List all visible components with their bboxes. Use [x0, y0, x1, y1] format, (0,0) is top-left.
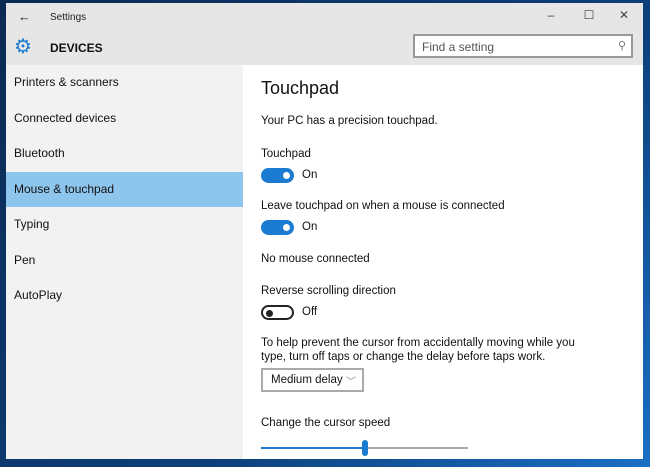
delay-help-line2: type, turn off taps or change the delay …	[261, 351, 546, 363]
search-icon[interactable]: ⚲	[618, 39, 626, 52]
leave-on-label: Leave touchpad on when a mouse is connec…	[261, 200, 505, 212]
back-arrow-icon[interactable]: ←	[18, 9, 31, 24]
reverse-toggle[interactable]	[261, 305, 294, 320]
touchpad-state: On	[302, 169, 318, 181]
search-placeholder: Find a setting	[422, 40, 495, 54]
cursor-speed-slider[interactable]	[261, 438, 468, 458]
delay-dropdown[interactable]: Medium delay ﹀	[261, 368, 364, 392]
page-title: DEVICES	[50, 41, 103, 55]
precision-text: Your PC has a precision touchpad.	[261, 115, 438, 127]
sidebar-item-bluetooth[interactable]: Bluetooth	[6, 136, 243, 172]
leave-on-state: On	[302, 221, 318, 233]
delay-help-line1: To help prevent the cursor from accident…	[261, 337, 575, 349]
header: ⚙ DEVICES Find a setting ⚲	[6, 31, 643, 65]
slider-thumb[interactable]	[361, 440, 368, 456]
close-button[interactable]: ✕	[614, 8, 634, 22]
cursor-speed-label: Change the cursor speed	[261, 417, 391, 429]
settings-window: ← Settings – ☐ ✕ ⚙ DEVICES Find a settin…	[6, 3, 643, 459]
sidebar-item-mouse-touchpad[interactable]: Mouse & touchpad	[6, 171, 243, 207]
maximize-button[interactable]: ☐	[579, 8, 599, 22]
delay-value: Medium delay	[271, 374, 343, 386]
slider-fill	[261, 447, 365, 449]
search-input[interactable]: Find a setting ⚲	[413, 34, 633, 58]
touchpad-toggle[interactable]	[261, 168, 294, 183]
reverse-label: Reverse scrolling direction	[261, 285, 396, 297]
minimize-button[interactable]: –	[541, 8, 561, 22]
sidebar-item-typing[interactable]: Typing	[6, 207, 243, 243]
no-mouse-text: No mouse connected	[261, 253, 370, 265]
sidebar-item-connected-devices[interactable]: Connected devices	[6, 101, 243, 137]
chevron-down-icon: ﹀	[346, 377, 356, 388]
window-title: Settings	[50, 12, 87, 23]
touchpad-label: Touchpad	[261, 148, 311, 160]
leave-on-toggle[interactable]	[261, 220, 294, 235]
content-pane: Touchpad Your PC has a precision touchpa…	[243, 65, 643, 459]
gear-icon: ⚙	[14, 36, 32, 58]
reverse-state: Off	[302, 306, 318, 318]
section-title: Touchpad	[261, 78, 340, 98]
sidebar-item-autoplay[interactable]: AutoPlay	[6, 278, 243, 314]
title-bar: ← Settings – ☐ ✕	[6, 3, 643, 31]
sidebar-item-pen[interactable]: Pen	[6, 243, 243, 279]
sidebar-item-printers-scanners[interactable]: Printers & scanners	[6, 65, 243, 101]
sidebar: Printers & scanners Connected devices Bl…	[6, 65, 243, 459]
